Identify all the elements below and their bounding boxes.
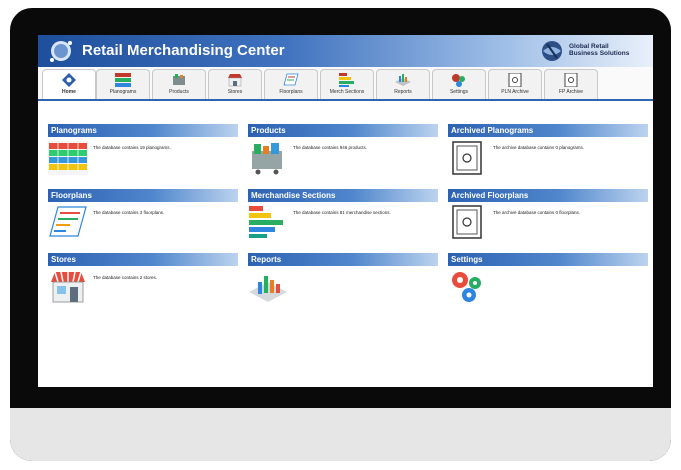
tab-fp-archive-label: FP Archive: [558, 89, 584, 95]
tab-floorplans[interactable]: Floorplans: [264, 69, 318, 99]
tab-floorplans-label: Floorplans: [279, 89, 303, 95]
archived-floorplans-description: The archive database contains 0 floorpla…: [493, 210, 581, 215]
monitor-frame: Retail Merchandising Center Global Retai…: [10, 8, 671, 461]
merch-sections-icon[interactable]: [248, 205, 288, 239]
tab-planograms[interactable]: Planograms: [96, 69, 150, 99]
settings-gear-icon[interactable]: [448, 270, 488, 304]
app-window: Retail Merchandising Center Global Retai…: [38, 35, 653, 387]
home-icon: [62, 73, 76, 87]
section-stores-header[interactable]: Stores: [48, 253, 238, 266]
globe-icon: [542, 41, 562, 61]
products-icon: [173, 74, 185, 85]
floorplans-description: The database contains 3 floorplans.: [93, 210, 165, 215]
tab-home-label: Home: [62, 89, 76, 95]
tab-home[interactable]: Home: [42, 69, 96, 99]
title-bar: Retail Merchandising Center Global Retai…: [38, 35, 653, 67]
tab-pln-archive-label: PLN Archive: [501, 89, 529, 95]
section-settings-header[interactable]: Settings: [448, 253, 648, 266]
section-planograms-header[interactable]: Planograms: [48, 124, 238, 137]
tab-merch-sections[interactable]: Merch Sections: [320, 69, 374, 99]
floorplan-icon[interactable]: [48, 205, 88, 239]
store-icon: [228, 74, 242, 87]
tab-pln-archive[interactable]: PLN Archive: [488, 69, 542, 99]
merch-sections-icon: [339, 73, 354, 87]
floorplan-icon: [283, 73, 299, 86]
planograms-description: The database contains 19 planograms.: [93, 145, 171, 150]
stores-description: The database contains 2 stores.: [93, 275, 158, 280]
tab-merch-sections-label: Merch Sections: [329, 89, 365, 95]
archived-planograms-description: The archive database contains 0 planogra…: [493, 145, 585, 150]
tab-fp-archive[interactable]: FP Archive: [544, 69, 598, 99]
tab-reports[interactable]: Reports: [376, 69, 430, 99]
tab-settings[interactable]: Settings: [432, 69, 486, 99]
tab-products[interactable]: Products: [152, 69, 206, 99]
products-icon[interactable]: [248, 141, 288, 175]
monitor-chin: [10, 408, 671, 461]
tab-products-label: Products: [169, 89, 189, 95]
tab-reports-label: Reports: [394, 89, 412, 95]
reports-icon[interactable]: [248, 270, 288, 304]
app-title: Retail Merchandising Center: [82, 42, 285, 59]
brand-line1: Global Retail: [569, 43, 609, 50]
archive-safe-icon: [508, 73, 522, 87]
tab-stores[interactable]: Stores: [208, 69, 262, 99]
section-floorplans-header[interactable]: Floorplans: [48, 189, 238, 202]
tab-stores-label: Stores: [227, 89, 243, 95]
brand-line2: Business Solutions: [569, 50, 630, 57]
brand-text: Global Retail Business Solutions: [569, 43, 643, 57]
planogram-icon[interactable]: [48, 141, 88, 175]
merchandise-sections-description: The database contains 81 merchandise sec…: [293, 210, 391, 215]
archive-safe-icon[interactable]: [448, 141, 488, 175]
section-archived-planograms-header[interactable]: Archived Planograms: [448, 124, 648, 137]
tab-planograms-label: Planograms: [109, 89, 137, 95]
products-description: The database contains 946 products.: [293, 145, 368, 150]
ribbon-tabs: Home Planograms Products Stores Floorpla…: [38, 67, 653, 101]
archive-safe-icon[interactable]: [448, 205, 488, 239]
archive-safe-icon: [564, 73, 578, 87]
app-logo-icon: [50, 41, 72, 62]
settings-gear-icon: [452, 74, 465, 87]
store-icon[interactable]: [48, 270, 88, 304]
tab-settings-label: Settings: [449, 89, 469, 95]
planogram-icon: [115, 73, 131, 87]
reports-icon: [395, 74, 411, 86]
section-reports-header[interactable]: Reports: [248, 253, 438, 266]
section-products-header[interactable]: Products: [248, 124, 438, 137]
section-merchandise-sections-header[interactable]: Merchandise Sections: [248, 189, 438, 202]
section-archived-floorplans-header[interactable]: Archived Floorplans: [448, 189, 648, 202]
